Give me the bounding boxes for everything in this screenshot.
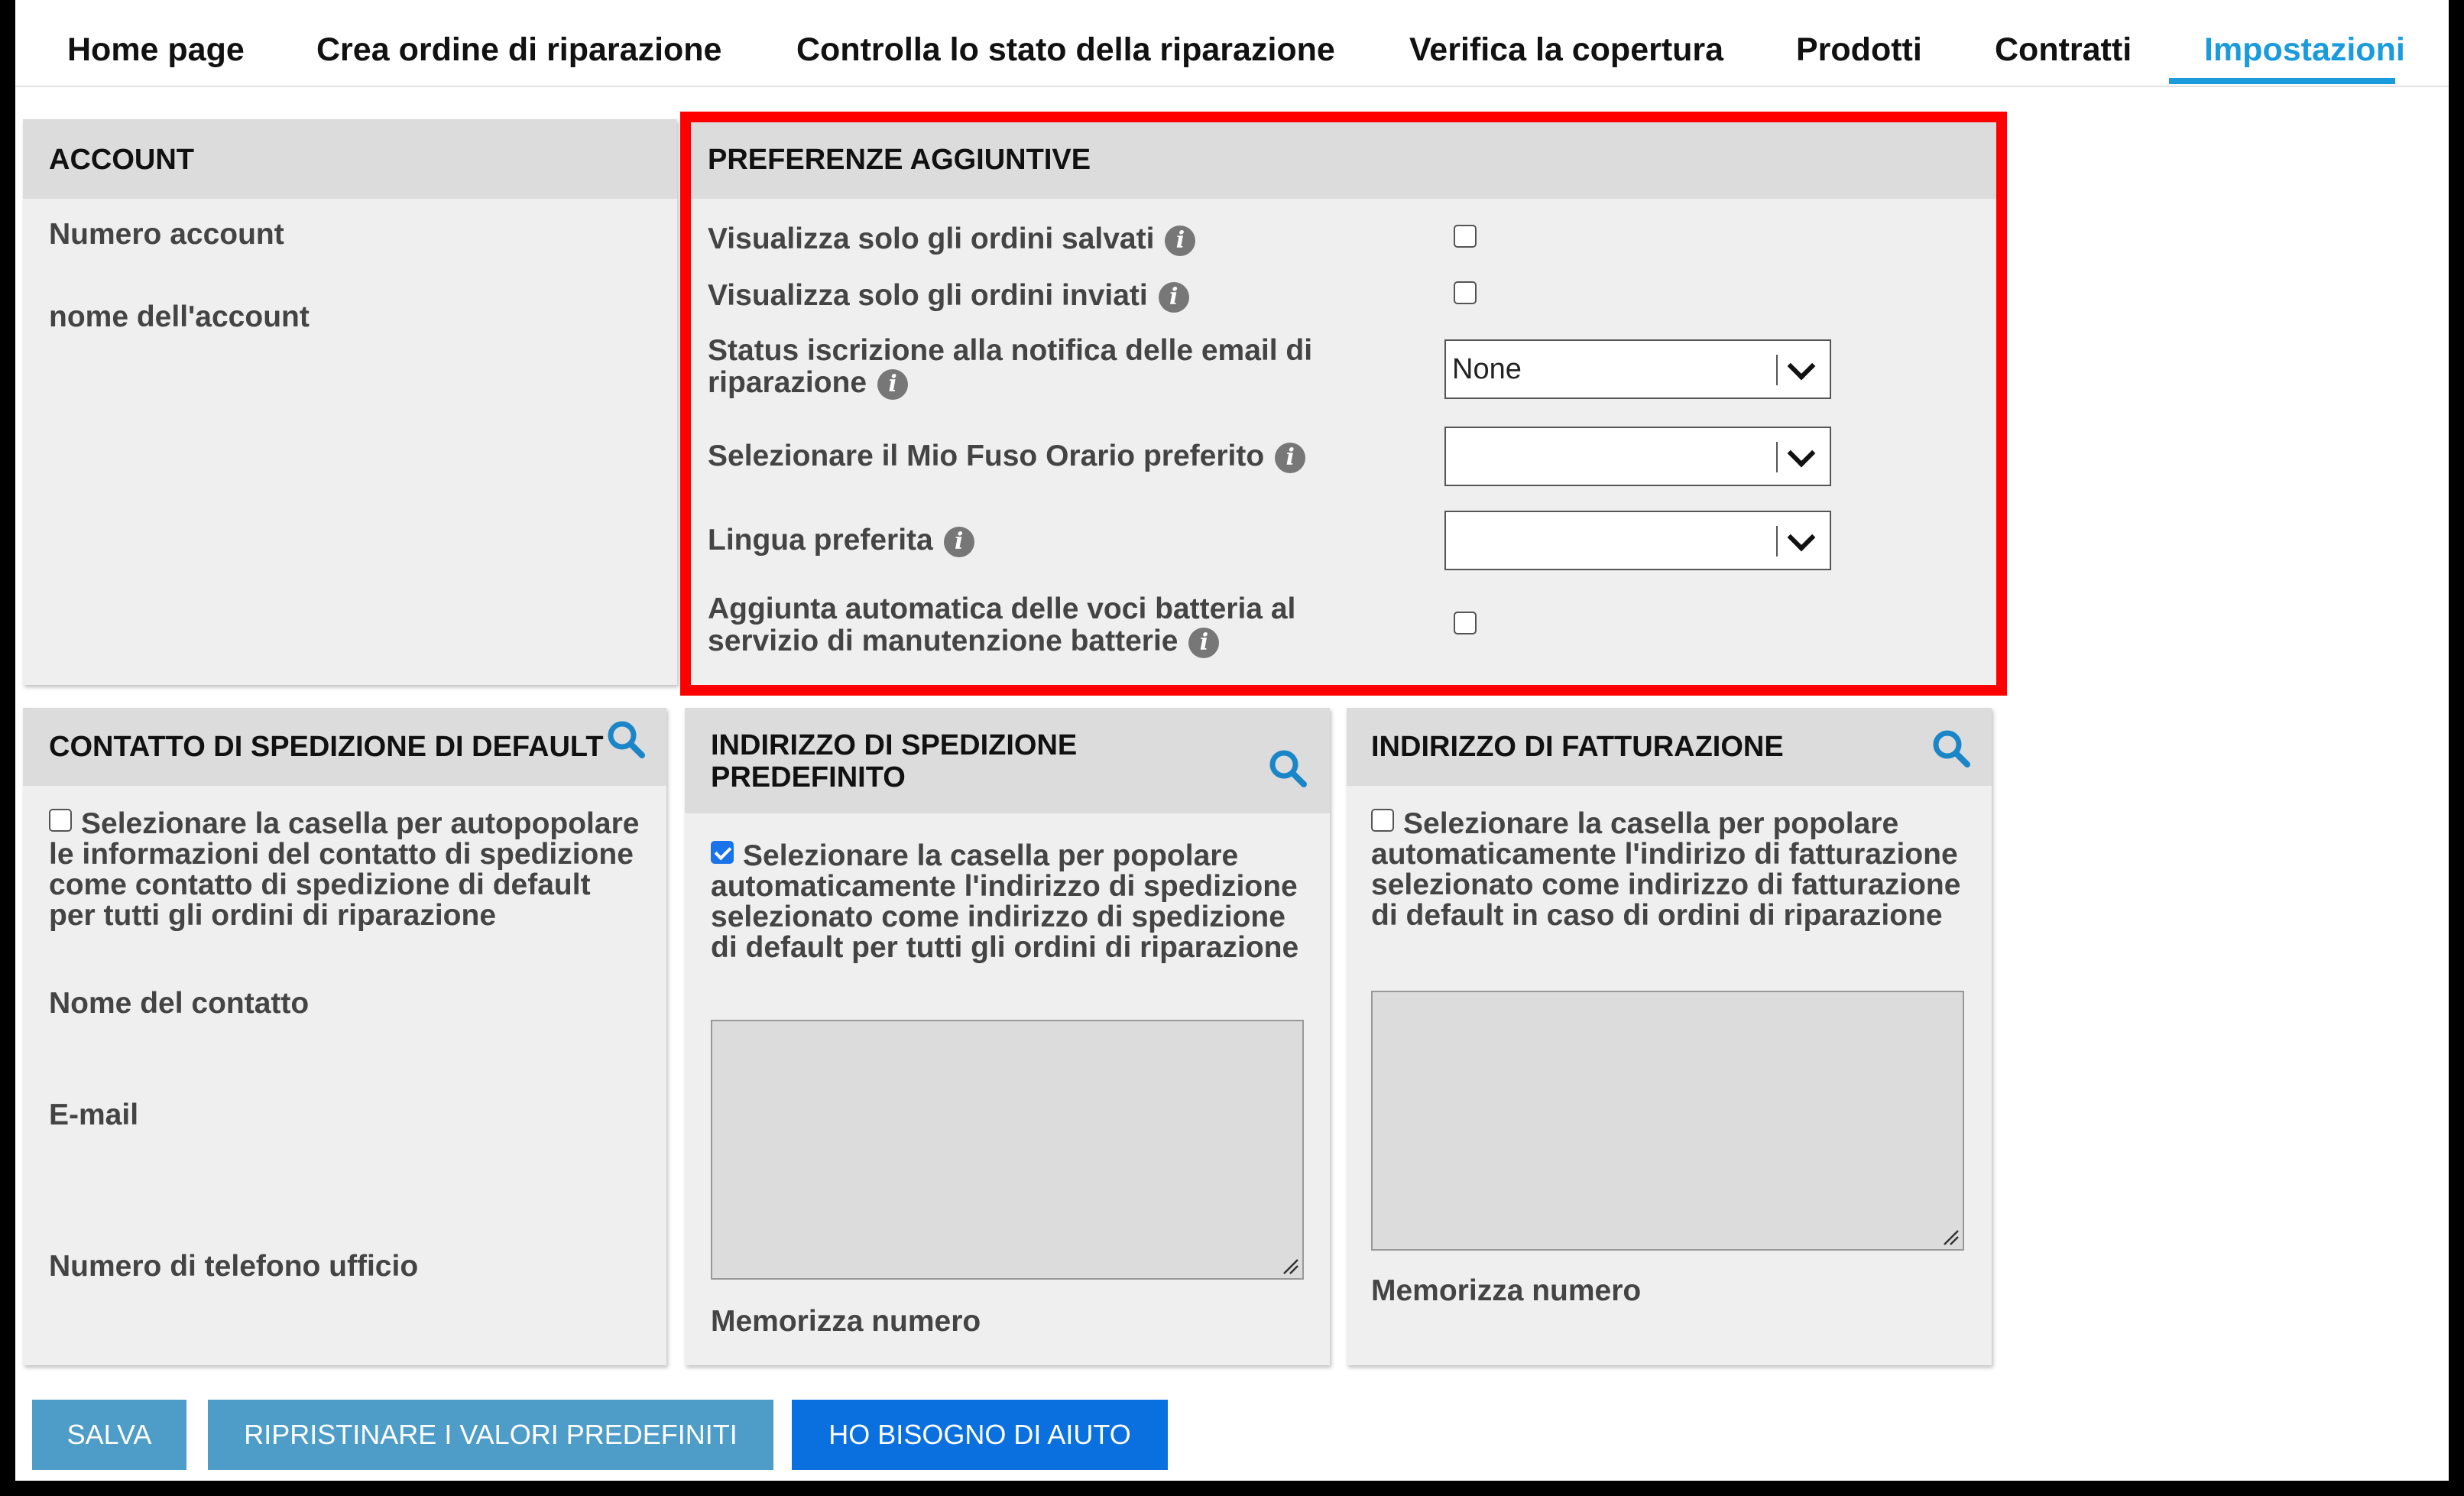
select-separator bbox=[1776, 442, 1778, 472]
pref-timezone-text: Selezionare il Mio Fuso Orario preferito bbox=[708, 440, 1265, 472]
contact-email-label: E-mail bbox=[49, 1098, 139, 1131]
reset-defaults-button[interactable]: RIPRISTINARE I VALORI PREDEFINITI bbox=[208, 1400, 773, 1470]
info-icon[interactable]: i bbox=[877, 368, 909, 400]
pref-email-notification-text: Status iscrizione alla notifica delle em… bbox=[708, 334, 1313, 399]
shipping-address-panel: INDIRIZZO DI SPEDIZIONE PREDEFINITO Sele… bbox=[685, 708, 1330, 1365]
preferences-panel-header: PREFERENZE AGGIUNTIVE bbox=[688, 119, 2001, 199]
pref-language-label: Lingua preferita i bbox=[708, 524, 974, 557]
tab-create-repair-order[interactable]: Crea ordine di riparazione bbox=[316, 0, 721, 86]
account-panel: ACCOUNT Numero account nome dell'account bbox=[23, 119, 677, 685]
shipping-contact-header: CONTATTO DI SPEDIZIONE DI DEFAULT bbox=[23, 708, 666, 786]
help-button[interactable]: HO BISOGNO DI AIUTO bbox=[792, 1400, 1168, 1470]
shipping-contact-panel: CONTATTO DI SPEDIZIONE DI DEFAULT Selezi… bbox=[23, 708, 666, 1365]
info-icon[interactable]: i bbox=[1158, 281, 1189, 313]
info-icon[interactable]: i bbox=[1275, 442, 1306, 473]
billing-address-title: INDIRIZZO DI FATTURAZIONE bbox=[1371, 731, 1784, 763]
preferences-title: PREFERENZE AGGIUNTIVE bbox=[708, 144, 1091, 176]
pref-saved-orders-label: Visualizza solo gli ordini salvati i bbox=[708, 222, 1196, 256]
shipping-address-checkbox[interactable] bbox=[711, 841, 734, 864]
shipping-address-autofill: Selezionare la casella per popolare auto… bbox=[711, 841, 1307, 963]
shipping-contact-autofill: Selezionare la casella per autopopolare … bbox=[49, 809, 645, 931]
search-icon[interactable] bbox=[605, 719, 647, 760]
contact-name-label: Nome del contatto bbox=[49, 987, 310, 1020]
shipping-contact-title: CONTATTO DI SPEDIZIONE DI DEFAULT bbox=[49, 731, 604, 763]
tab-verify-coverage[interactable]: Verifica la copertura bbox=[1409, 0, 1723, 86]
account-number-label: Numero account bbox=[49, 218, 284, 251]
account-panel-header: ACCOUNT bbox=[23, 119, 677, 199]
tab-contracts[interactable]: Contratti bbox=[1995, 0, 2132, 86]
pref-timezone-label: Selezionare il Mio Fuso Orario preferito… bbox=[708, 440, 1306, 473]
contact-phone-label: Numero di telefono ufficio bbox=[49, 1250, 419, 1283]
chevron-down-icon bbox=[1787, 523, 1816, 552]
pref-email-notification-label: Status iscrizione alla notifica delle em… bbox=[708, 335, 1396, 400]
billing-address-checkbox[interactable] bbox=[1371, 809, 1394, 832]
timezone-select[interactable] bbox=[1444, 427, 1831, 486]
account-title: ACCOUNT bbox=[49, 144, 194, 176]
preferences-panel: PREFERENZE AGGIUNTIVE Visualizza solo gl… bbox=[688, 119, 2001, 685]
tab-settings[interactable]: Impostazioni bbox=[2204, 0, 2405, 86]
shipping-address-textarea[interactable] bbox=[711, 1020, 1304, 1280]
top-nav: Home page Crea ordine di riparazione Con… bbox=[15, 0, 2449, 87]
info-icon[interactable]: i bbox=[1188, 627, 1220, 658]
resize-grip-icon[interactable] bbox=[1941, 1228, 1960, 1246]
pref-battery-label: Aggiunta automatica delle voci batteria … bbox=[708, 593, 1365, 658]
info-icon[interactable]: i bbox=[943, 526, 974, 557]
resize-grip-icon[interactable] bbox=[1281, 1257, 1299, 1275]
save-button[interactable]: SALVA bbox=[32, 1400, 186, 1470]
billing-address-textarea[interactable] bbox=[1371, 991, 1964, 1251]
billing-store-number-label: Memorizza numero bbox=[1371, 1274, 1642, 1307]
active-tab-indicator bbox=[2169, 78, 2395, 84]
email-notification-select[interactable]: None bbox=[1444, 339, 1831, 399]
chevron-down-icon bbox=[1787, 352, 1816, 381]
select-separator bbox=[1776, 526, 1778, 557]
language-select[interactable] bbox=[1444, 511, 1831, 570]
search-icon[interactable] bbox=[1931, 728, 1972, 769]
shipping-contact-checkbox[interactable] bbox=[49, 809, 72, 832]
pref-sent-orders-checkbox[interactable] bbox=[1454, 281, 1477, 304]
tab-home[interactable]: Home page bbox=[67, 0, 245, 86]
billing-address-header: INDIRIZZO DI FATTURAZIONE bbox=[1347, 708, 1992, 786]
shipping-store-number-label: Memorizza numero bbox=[711, 1305, 981, 1338]
chevron-down-icon bbox=[1787, 439, 1816, 468]
shipping-address-title: INDIRIZZO DI SPEDIZIONE PREDEFINITO bbox=[711, 729, 1078, 793]
select-separator bbox=[1776, 355, 1778, 385]
pref-sent-orders-label: Visualizza solo gli ordini inviati i bbox=[708, 280, 1189, 313]
pref-language-text: Lingua preferita bbox=[708, 524, 933, 557]
settings-page: Home page Crea ordine di riparazione Con… bbox=[15, 0, 2449, 1481]
tab-check-repair-status[interactable]: Controlla lo stato della riparazione bbox=[796, 0, 1335, 86]
billing-address-autofill: Selezionare la casella per popolare auto… bbox=[1371, 809, 1967, 931]
shipping-address-header: INDIRIZZO DI SPEDIZIONE PREDEFINITO bbox=[685, 708, 1330, 813]
tab-products[interactable]: Prodotti bbox=[1796, 0, 1922, 86]
shipping-contact-checkbox-text: Selezionare la casella per autopopolare … bbox=[49, 807, 640, 932]
billing-address-panel: INDIRIZZO DI FATTURAZIONE Selezionare la… bbox=[1347, 708, 1992, 1365]
pref-battery-checkbox[interactable] bbox=[1454, 612, 1477, 634]
pref-sent-orders-text: Visualizza solo gli ordini inviati bbox=[708, 279, 1148, 312]
account-name-label: nome dell'account bbox=[49, 300, 310, 333]
pref-saved-orders-checkbox[interactable] bbox=[1454, 225, 1477, 248]
info-icon[interactable]: i bbox=[1165, 225, 1196, 256]
pref-saved-orders-text: Visualizza solo gli ordini salvati bbox=[708, 222, 1155, 255]
search-icon[interactable] bbox=[1267, 748, 1308, 789]
shipping-address-checkbox-text: Selezionare la casella per popolare auto… bbox=[711, 839, 1299, 964]
billing-address-checkbox-text: Selezionare la casella per popolare auto… bbox=[1371, 807, 1961, 932]
email-notification-value: None bbox=[1452, 353, 1522, 385]
